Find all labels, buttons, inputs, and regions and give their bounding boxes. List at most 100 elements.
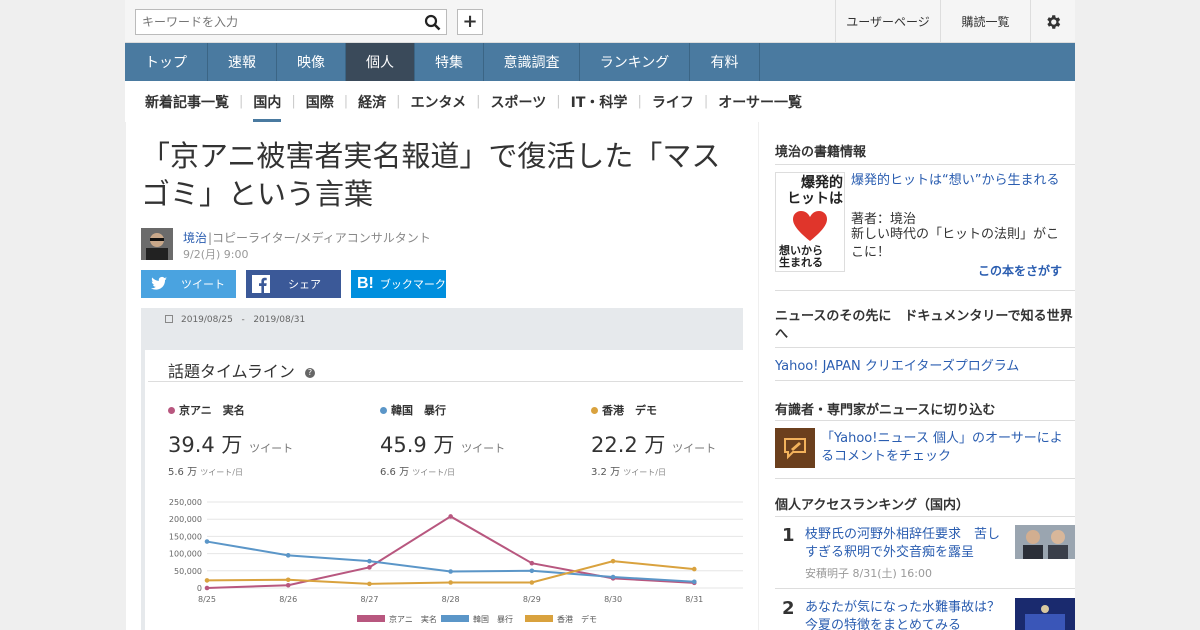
- ranking-item-link[interactable]: 枝野氏の河野外相辞任要求 苦しすぎる釈明で外交音痴を露呈: [805, 526, 1007, 562]
- nav-survey[interactable]: 意識調査: [484, 43, 580, 81]
- subscriptions-link[interactable]: 購読一覧: [940, 0, 1030, 43]
- data-point: [204, 585, 210, 591]
- nav-features[interactable]: 特集: [415, 43, 484, 81]
- data-point: [285, 582, 291, 588]
- stat-total: 22.2 万 ツイート: [591, 429, 716, 459]
- nav-ranking[interactable]: ランキング: [580, 43, 690, 81]
- help-icon[interactable]: ?: [304, 368, 315, 378]
- comment-icon[interactable]: [775, 428, 815, 468]
- share-label: シェア: [288, 278, 321, 291]
- subnav-international[interactable]: 国際: [296, 81, 344, 122]
- data-point: [529, 568, 535, 574]
- creators-program-link[interactable]: Yahoo! JAPAN クリエイターズプログラム: [775, 355, 1019, 374]
- range-start: 2019/08/25: [181, 315, 233, 325]
- author-avatar[interactable]: [141, 228, 173, 260]
- search-button[interactable]: [418, 9, 447, 35]
- subnav-sports[interactable]: スポーツ: [481, 81, 557, 122]
- book-title-link[interactable]: 爆発的ヒットは“想い”から生まれる: [851, 172, 1061, 190]
- range-end: 2019/08/31: [253, 315, 306, 325]
- subnav-authors[interactable]: オーサー一覧: [708, 81, 812, 122]
- nav-breaking[interactable]: 速報: [208, 43, 277, 81]
- article-date: 9/2(月) 9:00: [183, 248, 249, 261]
- settings-button[interactable]: [1030, 0, 1075, 43]
- series-dot-icon: [591, 406, 598, 414]
- stat-daily-unit: ツイート/日: [623, 468, 666, 477]
- calendar-icon: [165, 315, 173, 323]
- article-title: 「京アニ被害者実名報道」で復活した「マスゴミ」という言葉: [141, 139, 721, 211]
- documentary-heading: ニュースのその先に ドキュメンタリーで知る世界へ: [775, 309, 1073, 342]
- ranking-item-meta: 安積明子 8/31(土) 16:00: [805, 567, 932, 580]
- ranking-thumbnail[interactable]: [1015, 598, 1075, 630]
- series-dot-icon: [168, 406, 175, 414]
- stat-total: 45.9 万 ツイート: [380, 429, 505, 459]
- author-role: |コピーライター/メディアコンサルタント: [208, 231, 431, 245]
- data-point: [691, 566, 697, 572]
- x-tick-label: 8/25: [198, 595, 216, 604]
- data-point: [691, 579, 697, 585]
- subnav-entertainment[interactable]: エンタメ: [401, 81, 477, 122]
- rank-number: 1: [782, 525, 795, 546]
- stat-name: 京アニ 実名: [168, 402, 293, 418]
- stat-daily-unit: ツイート/日: [200, 468, 243, 477]
- subnav-it-science[interactable]: IT・科学: [561, 81, 638, 122]
- bookmark-label: ブックマーク: [379, 278, 446, 291]
- book-cover-subtitle: 想いから 生まれる: [779, 245, 843, 269]
- user-page-link[interactable]: ユーザーページ: [835, 0, 940, 43]
- stat-daily: 6.6 万 ツイート/日: [380, 463, 505, 478]
- data-point: [367, 581, 372, 587]
- nav-video[interactable]: 映像: [277, 43, 346, 81]
- author-photo-icon: [141, 228, 173, 260]
- stat-total-unit: ツイート: [461, 442, 506, 455]
- stat-name: 韓国 暴行: [380, 402, 505, 418]
- divider: [775, 420, 1075, 421]
- stat-daily-unit: ツイート/日: [412, 468, 455, 477]
- hatena-bookmark-button[interactable]: B! ブックマーク: [351, 270, 446, 298]
- stat-daily: 5.6 万 ツイート/日: [168, 463, 293, 478]
- nav-top[interactable]: トップ: [125, 43, 208, 81]
- subnav-economy[interactable]: 経済: [348, 81, 396, 122]
- stat-total-unit: ツイート: [672, 442, 717, 455]
- y-tick-label: 150,000: [169, 532, 202, 541]
- facebook-share-button[interactable]: シェア: [246, 270, 341, 298]
- facebook-icon: [252, 275, 270, 293]
- stat-name-text: 京アニ 実名: [179, 404, 245, 417]
- timeline-date-range: 2019/08/25 - 2019/08/31: [165, 315, 305, 325]
- timeline-divider: [148, 381, 743, 382]
- y-tick-label: 0: [197, 584, 202, 593]
- book-description: 新しい時代の「ヒットの法則」がここに！: [851, 227, 1060, 260]
- book-cover[interactable]: 爆発的 ヒットは 想いから 生まれる: [775, 172, 845, 272]
- divider: [775, 380, 1075, 381]
- x-tick-label: 8/31: [685, 595, 703, 604]
- data-point: [204, 539, 210, 544]
- ranking-item-link[interactable]: あなたが気になった水難事故は？今夏の特徴をまとめてみる: [805, 599, 1007, 630]
- y-tick-label: 250,000: [169, 498, 202, 507]
- hatena-bookmark-icon: B!: [357, 275, 374, 292]
- find-book-link[interactable]: この本をさがす: [978, 262, 1062, 279]
- stat-name-text: 香港 デモ: [602, 404, 657, 417]
- tweet-button[interactable]: ツイート: [141, 270, 236, 298]
- stat-name-text: 韓国 暴行: [391, 404, 446, 417]
- author-comments-link[interactable]: 「Yahoo!ニュース 個人」のオーサーによるコメントをチェック: [821, 430, 1071, 466]
- author-name[interactable]: 境治: [183, 229, 207, 246]
- add-button[interactable]: +: [457, 9, 483, 35]
- plus-icon: +: [462, 11, 478, 32]
- x-tick-label: 8/28: [442, 595, 460, 604]
- sub-nav: 新着記事一覧 | 国内 | 国際 | 経済 | エンタメ | スポーツ | IT・科学 | ラ…: [125, 81, 1075, 122]
- subnav-life[interactable]: ライフ: [642, 81, 704, 122]
- stat-total-value: 22.2 万: [591, 433, 666, 457]
- subnav-latest[interactable]: 新着記事一覧: [135, 81, 239, 122]
- gear-icon: [1047, 14, 1061, 29]
- nav-paid[interactable]: 有料: [690, 43, 760, 81]
- ranking-thumbnail[interactable]: [1015, 525, 1075, 559]
- subnav-domestic[interactable]: 国内: [243, 81, 291, 122]
- stat-name: 香港 デモ: [591, 402, 716, 418]
- data-point: [285, 553, 291, 558]
- twitter-icon: [151, 276, 167, 290]
- search-input[interactable]: [135, 9, 447, 35]
- divider: [775, 516, 1075, 517]
- legend-swatch: [357, 615, 385, 622]
- stat-daily: 3.2 万 ツイート/日: [591, 463, 716, 478]
- stat-block: 京アニ 実名 39.4 万 ツイート 5.6 万 ツイート/日: [168, 402, 293, 478]
- nav-individual[interactable]: 個人: [346, 43, 415, 81]
- ranking-heading: 個人アクセスランキング（国内）: [775, 498, 969, 513]
